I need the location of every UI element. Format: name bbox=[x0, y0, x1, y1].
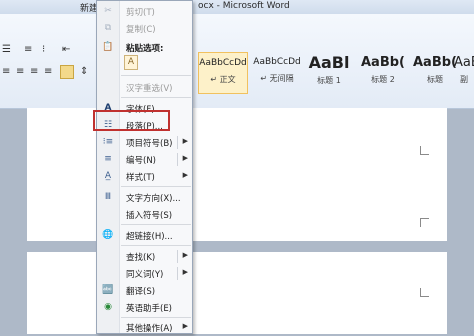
style-sample: AaBb( bbox=[361, 55, 405, 70]
style-name: ↵ 无间隔 bbox=[260, 74, 294, 83]
menu-item-text-direction[interactable]: Ⅲ 文字方向(X)... bbox=[97, 189, 192, 206]
hyperlink-icon: 🌐 bbox=[102, 230, 114, 240]
menu-item-label: 文字方向(X)... bbox=[126, 194, 181, 204]
menu-separator bbox=[121, 186, 191, 187]
style-name: ↵ 正文 bbox=[210, 75, 236, 84]
submenu-arrow-icon: ▶ bbox=[182, 154, 188, 162]
menu-item-label: 其他操作(A) bbox=[126, 324, 173, 334]
menu-item-numbering[interactable]: ≡ 编号(N) ▶ bbox=[97, 151, 192, 168]
window-title-right: ocx - Microsoft Word bbox=[198, 1, 290, 11]
scissors-icon: ✂ bbox=[104, 6, 112, 16]
menu-item-label: 复制(C) bbox=[126, 25, 156, 35]
submenu-arrow-icon: ▶ bbox=[182, 268, 188, 276]
menu-item-cut[interactable]: ✂ 剪切(T) bbox=[97, 3, 192, 20]
text-direction-icon: Ⅲ bbox=[104, 192, 112, 202]
bullets-toolbar-icon[interactable]: ☰ bbox=[2, 44, 11, 55]
translate-icon: 🔤 bbox=[102, 285, 114, 295]
submenu-arrow-icon: ▶ bbox=[182, 171, 188, 179]
style-sample: AaBb bbox=[454, 55, 474, 70]
menu-separator bbox=[121, 245, 191, 246]
paste-keep-text-icon[interactable]: A bbox=[124, 55, 138, 70]
paragraph-highlight-box bbox=[93, 110, 170, 131]
menu-item-styles[interactable]: A̲ 样式(T) ▶ bbox=[97, 168, 192, 185]
paste-options-header: 📋 粘贴选项: bbox=[97, 41, 192, 56]
submenu-arrow-icon: ▶ bbox=[182, 251, 188, 259]
menu-item-lookup[interactable]: 查找(K) ▶ bbox=[97, 248, 192, 265]
menu-separator bbox=[121, 317, 191, 318]
menu-item-bullets[interactable]: ⁝≡ 项目符号(B) ▶ bbox=[97, 134, 192, 151]
menu-item-copy[interactable]: ⧉ 复制(C) bbox=[97, 20, 192, 37]
menu-separator bbox=[121, 224, 191, 225]
margin-corner-mark bbox=[420, 146, 429, 155]
line-spacing-icon[interactable]: ⇕ bbox=[80, 66, 88, 77]
align-right-icon[interactable]: ≡ bbox=[30, 66, 38, 77]
justify-icon[interactable]: ≡ bbox=[44, 66, 52, 77]
menu-item-other-actions[interactable]: 其他操作(A) ▶ bbox=[97, 319, 192, 336]
menu-item-label: 超链接(H)... bbox=[126, 232, 173, 242]
style-sample: AaBbCcDd bbox=[199, 58, 247, 68]
ribbon: ☰ ≡ ⁝ ⇤ ≡ ≡ ≡ ≡ ⇕ 段落 AaBbCcDd ↵ 正文 AaBbC… bbox=[0, 14, 474, 122]
document-page[interactable] bbox=[27, 252, 447, 334]
multilevel-list-toolbar-icon[interactable]: ⁝ bbox=[42, 44, 45, 55]
numbering-icon: ≡ bbox=[104, 154, 112, 164]
clipboard-icon: 📋 bbox=[102, 42, 114, 52]
submenu-divider bbox=[177, 267, 178, 280]
styles-icon: A̲ bbox=[104, 171, 112, 181]
menu-item-insert-symbol[interactable]: 插入符号(S) bbox=[97, 206, 192, 223]
menu-item-hyperlink[interactable]: 🌐 超链接(H)... bbox=[97, 227, 192, 244]
style-name: 副 bbox=[460, 75, 468, 84]
menu-item-label: 同义词(Y) bbox=[126, 270, 164, 280]
title-bar: 新建 ocx - Microsoft Word bbox=[0, 0, 474, 14]
align-left-icon[interactable]: ≡ bbox=[2, 66, 10, 77]
submenu-divider bbox=[177, 136, 178, 149]
menu-item-label: 翻译(S) bbox=[126, 287, 156, 297]
numbering-toolbar-icon[interactable]: ≡ bbox=[24, 44, 32, 55]
bullets-icon: ⁝≡ bbox=[102, 137, 114, 147]
menu-item-label: 样式(T) bbox=[126, 173, 155, 183]
style-no-spacing[interactable]: AaBbCcDd ↵ 无间隔 bbox=[252, 52, 302, 94]
menu-item-label: 项目符号(B) bbox=[126, 139, 173, 149]
submenu-divider bbox=[177, 153, 178, 166]
style-name: 标题 bbox=[427, 75, 443, 84]
submenu-arrow-icon: ▶ bbox=[182, 137, 188, 145]
menu-item-label: 英语助手(E) bbox=[126, 304, 173, 314]
submenu-divider bbox=[177, 250, 178, 263]
menu-item-english-assistant[interactable]: ◉ 英语助手(E) bbox=[97, 299, 192, 316]
document-page[interactable] bbox=[27, 108, 447, 241]
style-name: 标题 2 bbox=[371, 75, 395, 84]
style-name: 标题 1 bbox=[317, 76, 341, 85]
menu-separator bbox=[121, 75, 191, 76]
distributed-align-icon[interactable] bbox=[60, 65, 74, 79]
style-title[interactable]: AaBb( 标题 bbox=[410, 52, 460, 94]
menu-item-synonyms[interactable]: 同义词(Y) ▶ bbox=[97, 265, 192, 282]
style-sample: AaBb( bbox=[413, 55, 457, 70]
style-sample: AaBbCcDd bbox=[253, 57, 301, 67]
menu-item-label: 编号(N) bbox=[126, 156, 156, 166]
menu-item-label: 剪切(T) bbox=[126, 8, 155, 18]
copy-icon: ⧉ bbox=[104, 23, 112, 33]
menu-item-label: 查找(K) bbox=[126, 253, 156, 263]
style-normal[interactable]: AaBbCcDd ↵ 正文 bbox=[198, 52, 248, 94]
english-assistant-icon: ◉ bbox=[104, 302, 112, 312]
style-subtitle[interactable]: AaBb 副 bbox=[454, 52, 474, 94]
context-menu: ✂ 剪切(T) ⧉ 复制(C) 📋 粘贴选项: A 汉字重选(V) A 字体(F… bbox=[96, 0, 193, 334]
menu-item-translate[interactable]: 🔤 翻译(S) bbox=[97, 282, 192, 299]
menu-item-label: 汉字重选(V) bbox=[126, 84, 173, 94]
margin-corner-mark bbox=[420, 218, 429, 227]
align-center-icon[interactable]: ≡ bbox=[16, 66, 24, 77]
margin-corner-mark bbox=[420, 288, 429, 297]
style-sample: AaBl bbox=[308, 53, 350, 72]
style-heading-2[interactable]: AaBb( 标题 2 bbox=[358, 52, 408, 94]
submenu-arrow-icon: ▶ bbox=[182, 322, 188, 330]
menu-item-label: 插入符号(S) bbox=[126, 211, 173, 221]
style-heading-1[interactable]: AaBl 标题 1 bbox=[304, 52, 354, 94]
menu-item-hanzi-reselect[interactable]: 汉字重选(V) bbox=[97, 79, 192, 96]
decrease-indent-icon[interactable]: ⇤ bbox=[62, 44, 70, 55]
paste-options-label: 粘贴选项: bbox=[126, 44, 164, 54]
menu-separator bbox=[121, 97, 191, 98]
